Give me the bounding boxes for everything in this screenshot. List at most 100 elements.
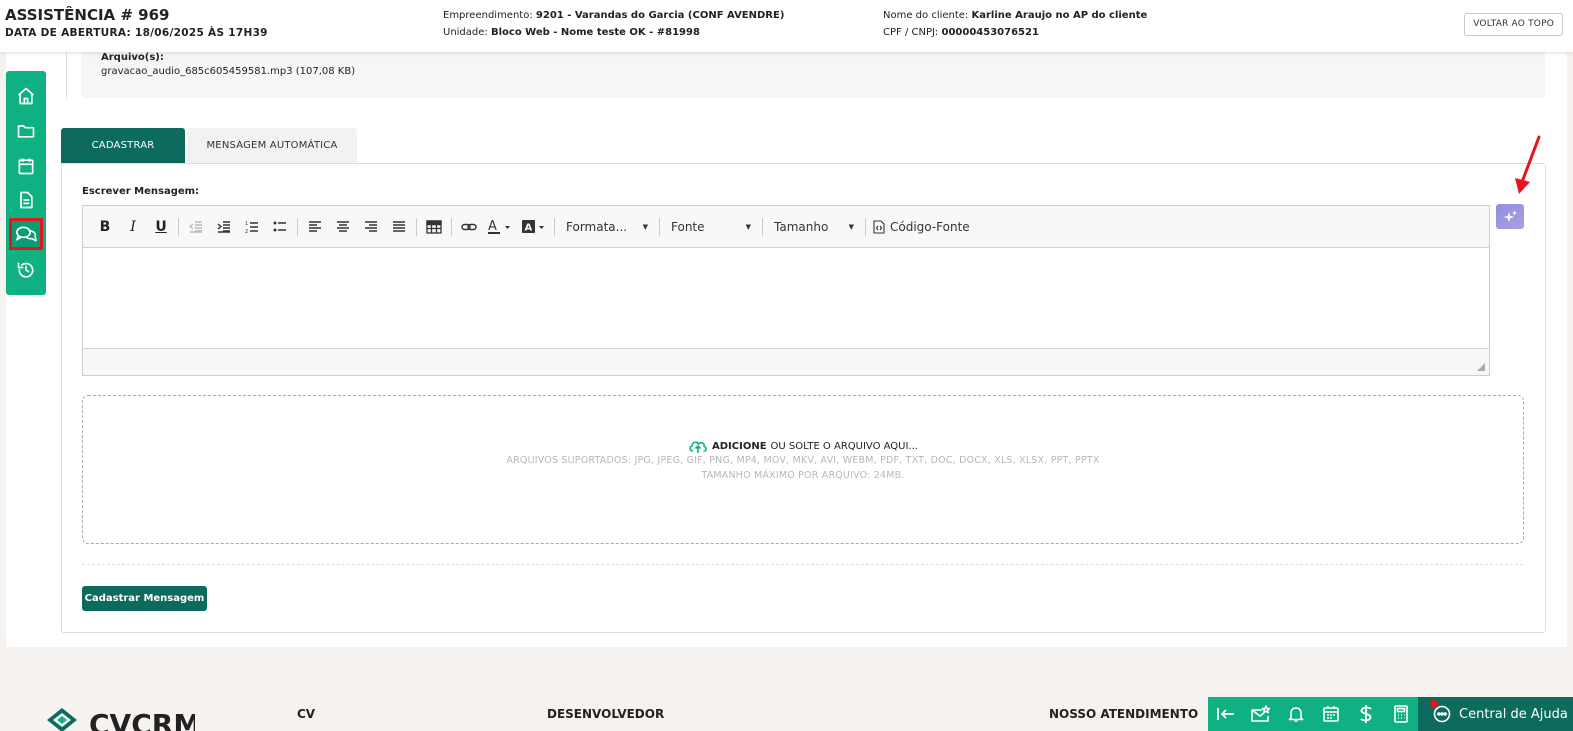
- submit-message-button[interactable]: Cadastrar Mensagem: [82, 586, 207, 611]
- ai-assistant-button[interactable]: [1496, 204, 1524, 229]
- format-dropdown[interactable]: Formata... ▼: [558, 215, 656, 239]
- toolbar-separator: [659, 217, 660, 236]
- notifications-button[interactable]: [1278, 697, 1313, 731]
- indent-icon: [217, 220, 230, 233]
- sidebar-item-messages[interactable]: [9, 218, 43, 250]
- size-dropdown[interactable]: Tamanho ▼: [766, 215, 862, 239]
- outdent-button[interactable]: [182, 215, 210, 239]
- empreendimento-label: Empreendimento:: [443, 10, 533, 21]
- page-title: ASSISTÊNCIA # 969: [5, 6, 170, 24]
- calendar-icon: [18, 158, 34, 175]
- bullet-list-icon: [273, 221, 286, 231]
- rich-text-editor: B I U 12 A A Formata... ▼ Fonte ▼ Tamanh…: [82, 205, 1490, 376]
- sidebar-item-history[interactable]: [10, 255, 42, 285]
- document-icon: [20, 191, 33, 209]
- unidade-info: Unidade: Bloco Web - Nome teste OK - #81…: [443, 27, 700, 38]
- calculator-button[interactable]: [1383, 697, 1418, 731]
- sparkle-icon: [1503, 210, 1517, 222]
- quick-access-bar: Central de Ajuda: [1208, 697, 1573, 731]
- logo-text: CVCRM: [89, 708, 195, 731]
- align-left-button[interactable]: [301, 215, 329, 239]
- message-tabs: CADASTRAR MENSAGEM MENSAGEM AUTOMÁTICA: [61, 128, 357, 187]
- toolbar-separator: [865, 217, 866, 236]
- tab-cadastrar-mensagem[interactable]: CADASTRAR MENSAGEM: [61, 128, 185, 187]
- attachment-file[interactable]: gravacao_audio_685c605459581.mp3 (107,08…: [101, 66, 355, 77]
- back-to-top-button[interactable]: VOLTAR AO TOPO: [1464, 13, 1563, 36]
- editor-label: Escrever Mensagem:: [82, 186, 200, 197]
- toolbar-separator: [451, 217, 452, 236]
- annotation-arrow-icon: [1515, 135, 1541, 194]
- folder-icon: [17, 125, 35, 138]
- empreendimento-info: Empreendimento: 9201 - Varandas do Garci…: [443, 10, 784, 21]
- bullet-list-button[interactable]: [266, 215, 294, 239]
- bold-button[interactable]: B: [91, 215, 119, 239]
- justify-icon: [393, 220, 405, 232]
- opening-date: DATA DE ABERTURA: 18/06/2025 ÀS 17H39: [5, 27, 268, 39]
- cliente-label: Nome do cliente:: [883, 10, 969, 21]
- toolbar-separator: [762, 217, 763, 236]
- align-right-icon: [365, 220, 377, 232]
- message-editor-area[interactable]: [83, 248, 1489, 348]
- table-button[interactable]: [420, 215, 448, 239]
- resize-handle[interactable]: [1477, 363, 1485, 371]
- link-icon: [461, 223, 477, 230]
- font-dropdown[interactable]: Fonte ▼: [663, 215, 759, 239]
- source-code-icon: [873, 219, 885, 234]
- underline-button[interactable]: U: [147, 215, 175, 239]
- sidebar-item-calendar[interactable]: [10, 151, 42, 181]
- chevron-down-icon: ▼: [745, 222, 751, 231]
- numbered-list-button[interactable]: 12: [238, 215, 266, 239]
- unidade-value: Bloco Web - Nome teste OK - #81998: [490, 27, 700, 38]
- toolbar-separator: [297, 217, 298, 236]
- text-color-button[interactable]: A: [483, 215, 517, 239]
- empreendimento-value: 9201 - Varandas do Garcia (CONF AVENDRE): [535, 10, 785, 21]
- sidebar-item-folder[interactable]: [10, 116, 42, 146]
- dropzone-prompt: ADICIONE OU SOLTE O ARQUIVO AQUI...: [83, 438, 1523, 454]
- dropzone-supported: ARQUIVOS SUPORTADOS: JPG, JPEG, GIF, PNG…: [506, 455, 1100, 466]
- cliente-value: Karline Araujo no AP do cliente: [971, 10, 1148, 21]
- indent-button[interactable]: [210, 215, 238, 239]
- collapse-left-button[interactable]: [1208, 697, 1243, 731]
- link-button[interactable]: [455, 215, 483, 239]
- dollar-icon: [1359, 705, 1372, 723]
- help-center-label: Central de Ajuda: [1459, 706, 1568, 722]
- source-code-button[interactable]: Código-Fonte: [869, 215, 978, 239]
- toolbar-separator: [416, 217, 417, 236]
- dropzone-rest-label: OU SOLTE O ARQUIVO AQUI...: [770, 440, 918, 452]
- editor-toolbar: B I U 12 A A Formata... ▼ Fonte ▼ Tamanh…: [83, 206, 1489, 248]
- attachment-box: Arquivo(s): gravacao_audio_685c605459581…: [81, 52, 1545, 98]
- dropzone-max-size: TAMANHO MÁXIMO POR ARQUIVO: 24MB.: [701, 470, 905, 481]
- text-color-icon: A: [488, 219, 510, 234]
- file-dropzone[interactable]: ADICIONE OU SOLTE O ARQUIVO AQUI... ARQU…: [82, 395, 1524, 544]
- svg-text:A: A: [488, 219, 497, 234]
- align-right-button[interactable]: [357, 215, 385, 239]
- home-icon: [17, 87, 35, 105]
- cpf-info: CPF / CNPJ: 00000453076521: [883, 27, 1039, 38]
- sidebar-item-document[interactable]: [10, 185, 42, 215]
- align-center-button[interactable]: [329, 215, 357, 239]
- chevron-down-icon: ▼: [642, 222, 648, 231]
- sidebar-item-home[interactable]: [10, 81, 42, 111]
- mail-star-button[interactable]: [1243, 697, 1278, 731]
- align-left-icon: [309, 220, 321, 232]
- unidade-label: Unidade:: [443, 27, 488, 38]
- svg-text:A: A: [525, 222, 533, 233]
- help-center-button[interactable]: Central de Ajuda: [1418, 697, 1573, 731]
- calendar-button[interactable]: [1313, 697, 1348, 731]
- outdent-icon: [189, 220, 202, 233]
- align-center-icon: [337, 220, 349, 232]
- cliente-info: Nome do cliente: Karline Araujo no AP do…: [883, 10, 1147, 21]
- footer-col-cv: CV: [297, 707, 316, 721]
- attachment-label: Arquivo(s):: [101, 52, 164, 63]
- tab-mensagem-automatica[interactable]: MENSAGEM AUTOMÁTICA: [187, 128, 357, 164]
- section-divider: [82, 564, 1523, 565]
- finance-button[interactable]: [1348, 697, 1383, 731]
- timeline-line: [66, 52, 67, 98]
- italic-button[interactable]: I: [119, 215, 147, 239]
- justify-button[interactable]: [385, 215, 413, 239]
- background-color-button[interactable]: A: [517, 215, 551, 239]
- left-sidebar: [6, 71, 46, 295]
- toolbar-separator: [554, 217, 555, 236]
- source-code-label: Código-Fonte: [890, 219, 970, 234]
- cloud-upload-icon: [689, 441, 707, 453]
